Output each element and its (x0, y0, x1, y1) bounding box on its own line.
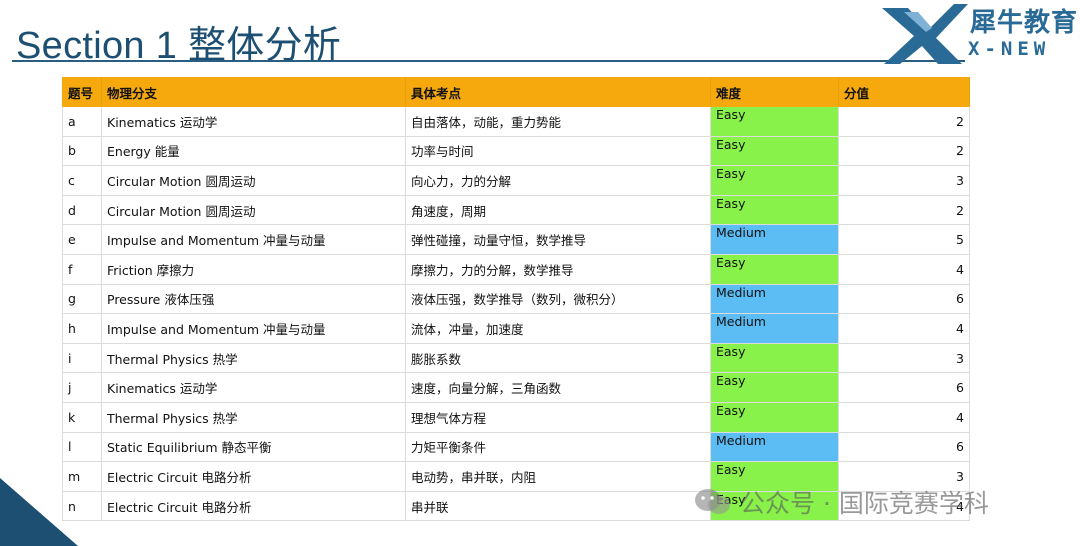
cell-topic: 弹性碰撞，动量守恒，数学推导 (405, 224, 711, 255)
table-row: c Circular Motion 圆周运动 向心力，力的分解 Easy 3 (62, 165, 970, 196)
table-body: a Kinematics 运动学 自由落体，动能，重力势能 Easy 2 b Energy … (62, 106, 970, 522)
header-score: 分值 (838, 77, 970, 107)
cell-score: 4 (838, 402, 970, 433)
table-row: i Thermal Physics 热学 膨胀系数 Easy 3 (62, 343, 970, 374)
corner-decoration (0, 478, 78, 546)
cell-topic: 向心力，力的分解 (405, 165, 711, 196)
cell-physics-branch: Pressure 液体压强 (101, 284, 406, 315)
cell-question-no: h (62, 313, 102, 344)
logo-english-text: X-NEW (968, 38, 1051, 60)
table-row: b Energy 能量 功率与时间 Easy 2 (62, 136, 970, 167)
table-row: e Impulse and Momentum 冲量与动量 弹性碰撞，动量守恒，数学推… (62, 224, 970, 255)
cell-question-no: b (62, 136, 102, 167)
cell-physics-branch: Friction 摩擦力 (101, 254, 406, 285)
cell-score: 2 (838, 136, 970, 167)
cell-topic: 串并联 (405, 491, 711, 522)
watermark-text: 公众号 · 国际竞赛学科 (740, 489, 989, 518)
cell-difficulty: Medium (710, 432, 839, 463)
analysis-table: 题号 物理分支 具体考点 难度 分值 a Kinematics 运动学 自由落体，动… (62, 77, 970, 522)
table-row: g Pressure 液体压强 液体压强，数学推导（数列，微积分） Medium 6 (62, 284, 970, 315)
cell-difficulty: Easy (710, 343, 839, 374)
cell-score: 3 (838, 343, 970, 374)
cell-difficulty: Easy (710, 106, 839, 137)
header-question-no: 题号 (62, 77, 102, 107)
cell-score: 6 (838, 372, 970, 403)
cell-difficulty: Easy (710, 136, 839, 167)
cell-score: 6 (838, 284, 970, 315)
cell-question-no: d (62, 195, 102, 226)
cell-topic: 力矩平衡条件 (405, 432, 711, 463)
cell-question-no: g (62, 284, 102, 315)
cell-score: 2 (838, 195, 970, 226)
cell-question-no: j (62, 372, 102, 403)
header-difficulty: 难度 (710, 77, 839, 107)
cell-difficulty: Easy (710, 254, 839, 285)
cell-score: 3 (838, 165, 970, 196)
cell-topic: 液体压强，数学推导（数列，微积分） (405, 284, 711, 315)
cell-physics-branch: Impulse and Momentum 冲量与动量 (101, 224, 406, 255)
table-row: k Thermal Physics 热学 理想气体方程 Easy 4 (62, 402, 970, 433)
wechat-icon (695, 489, 730, 514)
cell-physics-branch: Impulse and Momentum 冲量与动量 (101, 313, 406, 344)
cell-physics-branch: Static Equilibrium 静态平衡 (101, 432, 406, 463)
cell-score: 2 (838, 106, 970, 137)
cell-score: 4 (838, 254, 970, 285)
cell-physics-branch: Thermal Physics 热学 (101, 343, 406, 374)
table-row: l Static Equilibrium 静态平衡 力矩平衡条件 Medium 6 (62, 432, 970, 463)
header-physics-branch: 物理分支 (101, 77, 406, 107)
table-row: d Circular Motion 圆周运动 角速度，周期 Easy 2 (62, 195, 970, 226)
cell-difficulty: Easy (710, 372, 839, 403)
cell-question-no: l (62, 432, 102, 463)
cell-physics-branch: Circular Motion 圆周运动 (101, 165, 406, 196)
cell-difficulty: Medium (710, 313, 839, 344)
cell-physics-branch: Kinematics 运动学 (101, 106, 406, 137)
cell-question-no: i (62, 343, 102, 374)
cell-topic: 摩擦力，力的分解，数学推导 (405, 254, 711, 285)
cell-question-no: e (62, 224, 102, 255)
cell-question-no: c (62, 165, 102, 196)
header-topic: 具体考点 (405, 77, 711, 107)
cell-topic: 速度，向量分解，三角函数 (405, 372, 711, 403)
table-row: h Impulse and Momentum 冲量与动量 流体，冲量，加速度 Medi… (62, 313, 970, 344)
logo-chinese-text: 犀牛教育 (970, 8, 1079, 38)
cell-difficulty: Medium (710, 284, 839, 315)
cell-difficulty: Easy (710, 402, 839, 433)
cell-topic: 功率与时间 (405, 136, 711, 167)
cell-topic: 角速度，周期 (405, 195, 711, 226)
table-header-row: 题号 物理分支 具体考点 难度 分值 (62, 77, 970, 107)
cell-topic: 自由落体，动能，重力势能 (405, 106, 711, 137)
table-row: j Kinematics 运动学 速度，向量分解，三角函数 Easy 6 (62, 372, 970, 403)
cell-difficulty: Easy (710, 195, 839, 226)
cell-physics-branch: Electric Circuit 电路分析 (101, 461, 406, 492)
cell-physics-branch: Thermal Physics 热学 (101, 402, 406, 433)
cell-topic: 膨胀系数 (405, 343, 711, 374)
table-row: a Kinematics 运动学 自由落体，动能，重力势能 Easy 2 (62, 106, 970, 137)
cell-physics-branch: Energy 能量 (101, 136, 406, 167)
cell-question-no: a (62, 106, 102, 137)
cell-score: 4 (838, 313, 970, 344)
cell-topic: 电动势，串并联，内阻 (405, 461, 711, 492)
cell-score: 5 (838, 224, 970, 255)
cell-question-no: k (62, 402, 102, 433)
cell-physics-branch: Circular Motion 圆周运动 (101, 195, 406, 226)
watermark: 公众号 · 国际竞赛学科 (694, 484, 989, 520)
cell-topic: 流体，冲量，加速度 (405, 313, 711, 344)
table-row: f Friction 摩擦力 摩擦力，力的分解，数学推导 Easy 4 (62, 254, 970, 285)
cell-score: 6 (838, 432, 970, 463)
cell-question-no: f (62, 254, 102, 285)
cell-physics-branch: Electric Circuit 电路分析 (101, 491, 406, 522)
cell-difficulty: Medium (710, 224, 839, 255)
cell-topic: 理想气体方程 (405, 402, 711, 433)
cell-difficulty: Easy (710, 165, 839, 196)
title-divider (12, 60, 965, 62)
cell-physics-branch: Kinematics 运动学 (101, 372, 406, 403)
